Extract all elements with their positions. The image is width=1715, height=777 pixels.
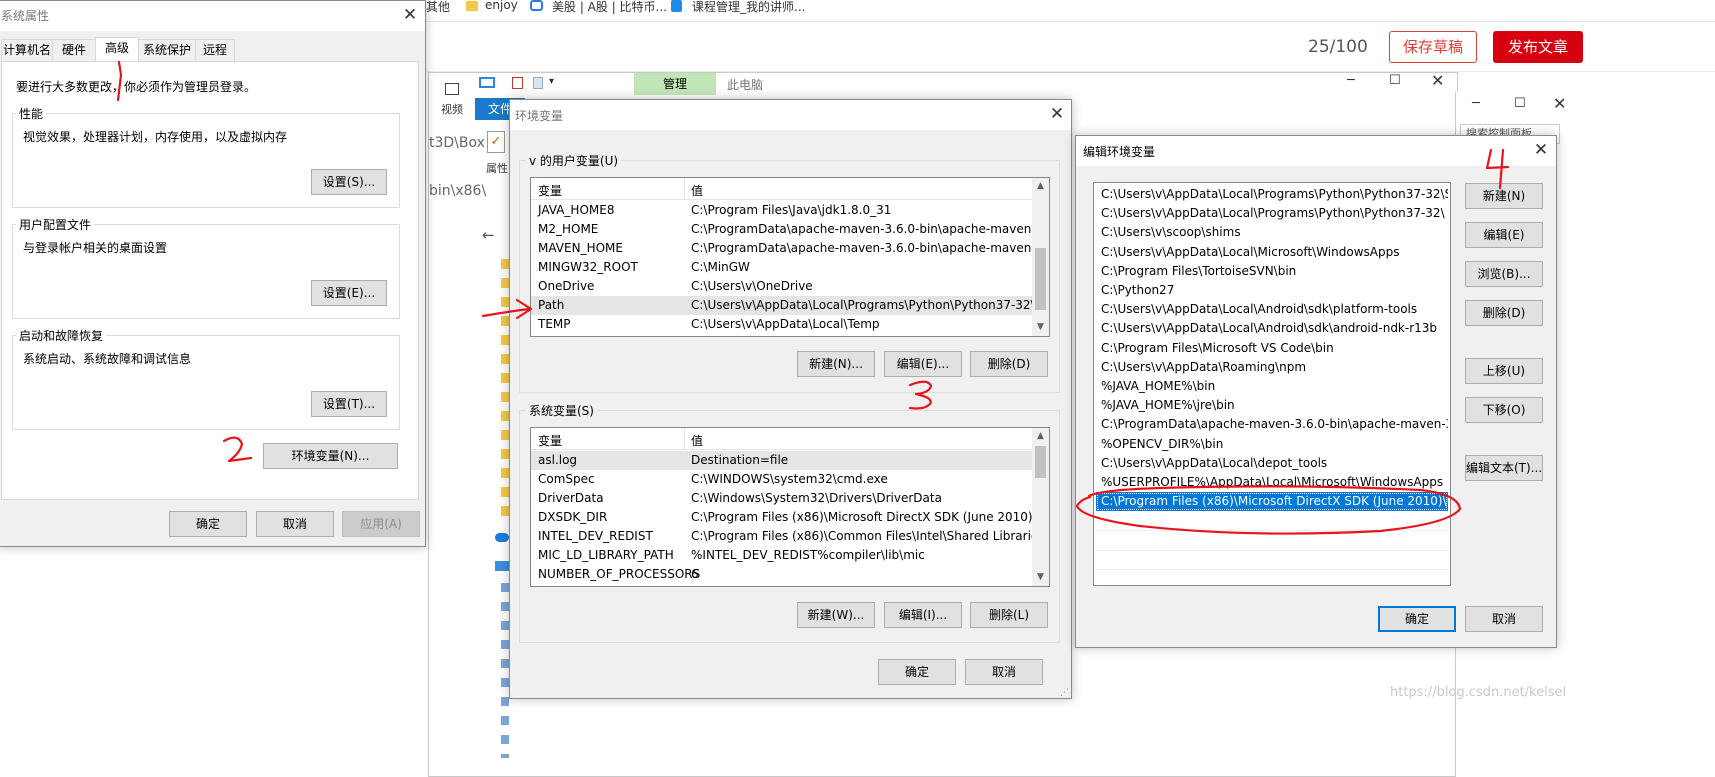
annotation-step2	[222, 436, 253, 463]
watermark: https://blog.csdn.net/kelsel	[1390, 685, 1567, 700]
annotation-layer	[116, 60, 1510, 535]
annotation-arrow-path	[481, 298, 533, 320]
annotation-step4	[1485, 148, 1510, 190]
annotation-step3	[908, 380, 933, 410]
annotation-step1	[116, 60, 123, 102]
annotation-selection-ellipse	[1075, 485, 1462, 535]
